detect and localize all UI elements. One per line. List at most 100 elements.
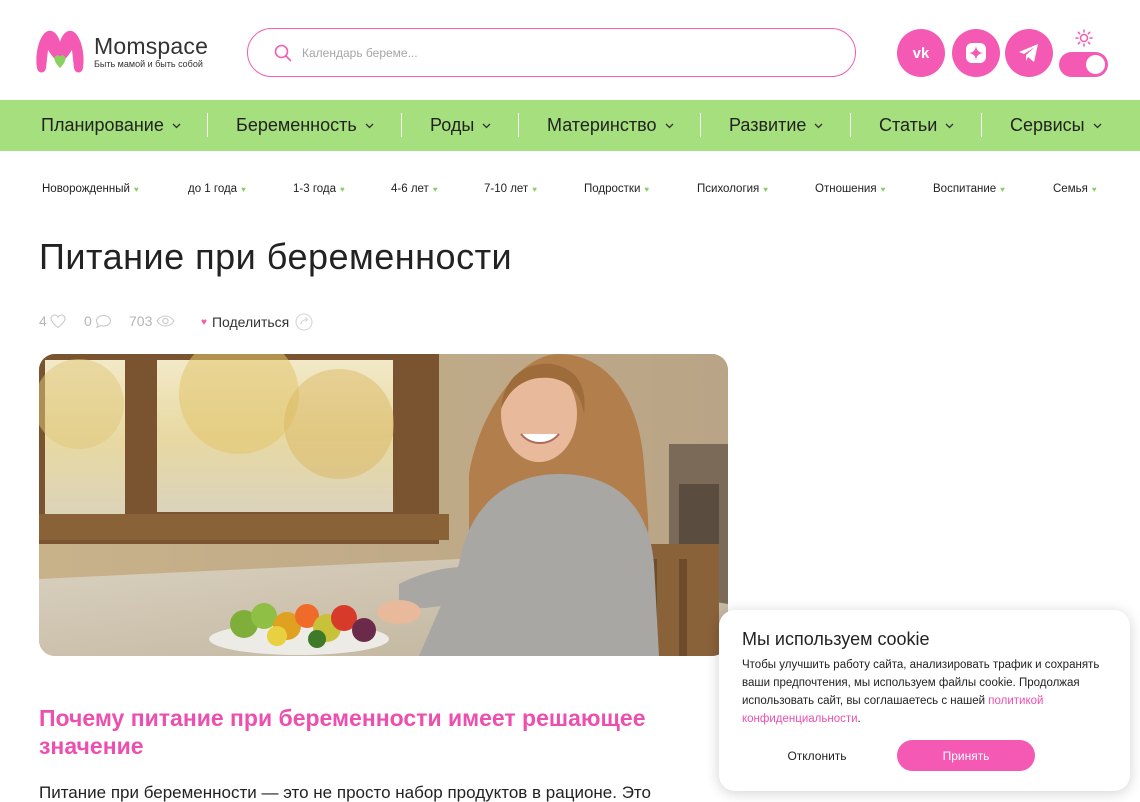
views-counter: 703 [129,313,176,329]
views-count: 703 [129,313,153,329]
likes-counter[interactable]: 4 [39,313,66,329]
nav-item-planning[interactable]: Планирование [41,100,181,151]
logo-tagline: Быть мамой и быть собой [94,59,203,69]
nav-item-label: Беременность [236,115,357,135]
telegram-button[interactable] [1005,29,1053,77]
chevron-down-icon [172,123,181,128]
nav-divider [700,113,701,137]
heart-icon: ♥ [340,184,345,194]
cookie-text: Чтобы улучшить работу сайта, анализирова… [742,656,1112,728]
nav-divider [401,113,402,137]
chevron-down-icon [945,123,954,128]
site-header: Momspace Быть мамой и быть собой vk [0,0,1140,100]
heart-icon: ♥ [1000,184,1005,194]
nav-divider [850,113,851,137]
heart-icon: ♥ [133,184,139,194]
nav-item-label: Развитие [729,115,807,135]
heart-icon: ♥ [532,184,537,194]
subnav-item-label: Отношения [815,183,877,195]
subnav-item-label: Психология [697,183,760,195]
subnav-item-4-6[interactable]: 4-6 лет ♥ [391,183,438,195]
subnav-item-1-3[interactable]: 1-3 года ♥ [293,183,345,195]
telegram-icon [1019,44,1038,62]
comments-counter[interactable]: 0 [84,313,112,329]
nav-item-pregnancy[interactable]: Беременность [236,100,374,151]
heart-icon: ♥ [241,184,246,194]
logo-name: Momspace [94,33,209,59]
share-icon [295,313,313,331]
share-button[interactable]: ♥ Поделиться [201,313,313,331]
nav-item-label: Статьи [879,115,938,135]
subnav-item-under-1[interactable]: до 1 года ♥ [188,183,246,195]
search-bar[interactable] [247,28,856,77]
subnav-item-newborn[interactable]: Новорожденный ♥ [42,183,139,195]
chevron-down-icon [814,123,823,128]
subnav-item-label: до 1 года [188,183,238,195]
nav-item-label: Роды [430,115,475,135]
subnav-item-teens[interactable]: Подростки ♥ [584,183,649,195]
subnav-item-relationships[interactable]: Отношения ♥ [815,183,885,195]
heart-outline-icon [50,313,66,328]
subnav-item-label: Новорожденный [42,183,130,195]
dzen-icon [966,43,986,63]
page-title: Питание при беременности [39,236,513,277]
nav-divider [518,113,519,137]
chevron-down-icon [482,123,491,128]
theme-toggle-knob [1086,55,1105,74]
theme-toggle[interactable] [1059,52,1108,77]
heart-icon: ♥ [201,316,207,328]
vk-icon: vk [913,45,930,61]
eye-icon [156,315,176,327]
subnav-item-label: 4-6 лет [391,183,429,195]
chevron-down-icon [665,123,673,128]
cookie-body-suffix: . [857,713,861,725]
subnav-item-label: Воспитание [933,183,997,195]
subnav-item-psychology[interactable]: Психология ♥ [697,183,768,195]
heart-icon: ♥ [880,184,886,194]
nav-item-label: Планирование [41,115,164,135]
article-heading: Почему питание при беременности имеет ре… [39,705,646,759]
subnav-item-upbringing[interactable]: Воспитание ♥ [933,183,1005,195]
vk-button[interactable]: vk [897,29,945,77]
nav-item-motherhood[interactable]: Материнство [547,100,674,151]
search-input[interactable] [302,45,822,60]
nav-divider [981,113,982,137]
svg-text:vk: vk [913,45,930,61]
chevron-down-icon [1093,123,1102,128]
subnav-item-label: 7-10 лет [484,183,529,195]
nav-item-label: Материнство [547,115,657,135]
nav-item-articles[interactable]: Статьи [879,100,954,151]
logo[interactable]: Momspace Быть мамой и быть собой [34,28,208,76]
cookie-body-text: Чтобы улучшить работу сайта, анализирова… [742,659,1100,707]
comment-icon [95,314,111,328]
subnav-item-label: Семья [1053,183,1088,195]
nav-item-label: Сервисы [1010,115,1085,135]
logo-mark-icon [36,30,84,73]
chevron-down-icon [365,123,374,128]
hero-image [39,354,728,656]
accept-button[interactable]: Принять [897,740,1035,771]
subnav-item-label: Подростки [584,183,641,195]
nav-item-birth[interactable]: Роды [430,100,491,151]
heart-icon: ♥ [1091,184,1097,194]
comments-count: 0 [84,313,92,329]
search-icon [274,44,292,61]
heart-icon: ♥ [763,184,769,194]
nav-item-development[interactable]: Развитие [729,100,823,151]
nav-item-services[interactable]: Сервисы [1010,100,1102,151]
subnav-item-7-10[interactable]: 7-10 лет ♥ [484,183,537,195]
heart-icon: ♥ [432,184,438,194]
dzen-button[interactable] [952,29,1000,77]
pregnant-woman-with-fruit-photo [39,354,728,656]
likes-count: 4 [39,313,47,329]
main-nav: Планирование Беременность Роды Материнст… [0,100,1140,151]
sun-icon [1075,29,1093,47]
subnav-item-label: 1-3 года [293,183,337,195]
nav-divider [207,113,208,137]
heart-icon: ♥ [644,184,650,194]
subnav-item-family[interactable]: Семья ♥ [1053,183,1097,195]
article-paragraph: Питание при беременности — это не просто… [39,783,651,802]
decline-button[interactable]: Отклонить [756,740,878,771]
share-label: Поделиться [211,314,290,330]
cookie-title: Мы используем cookie [742,629,930,649]
